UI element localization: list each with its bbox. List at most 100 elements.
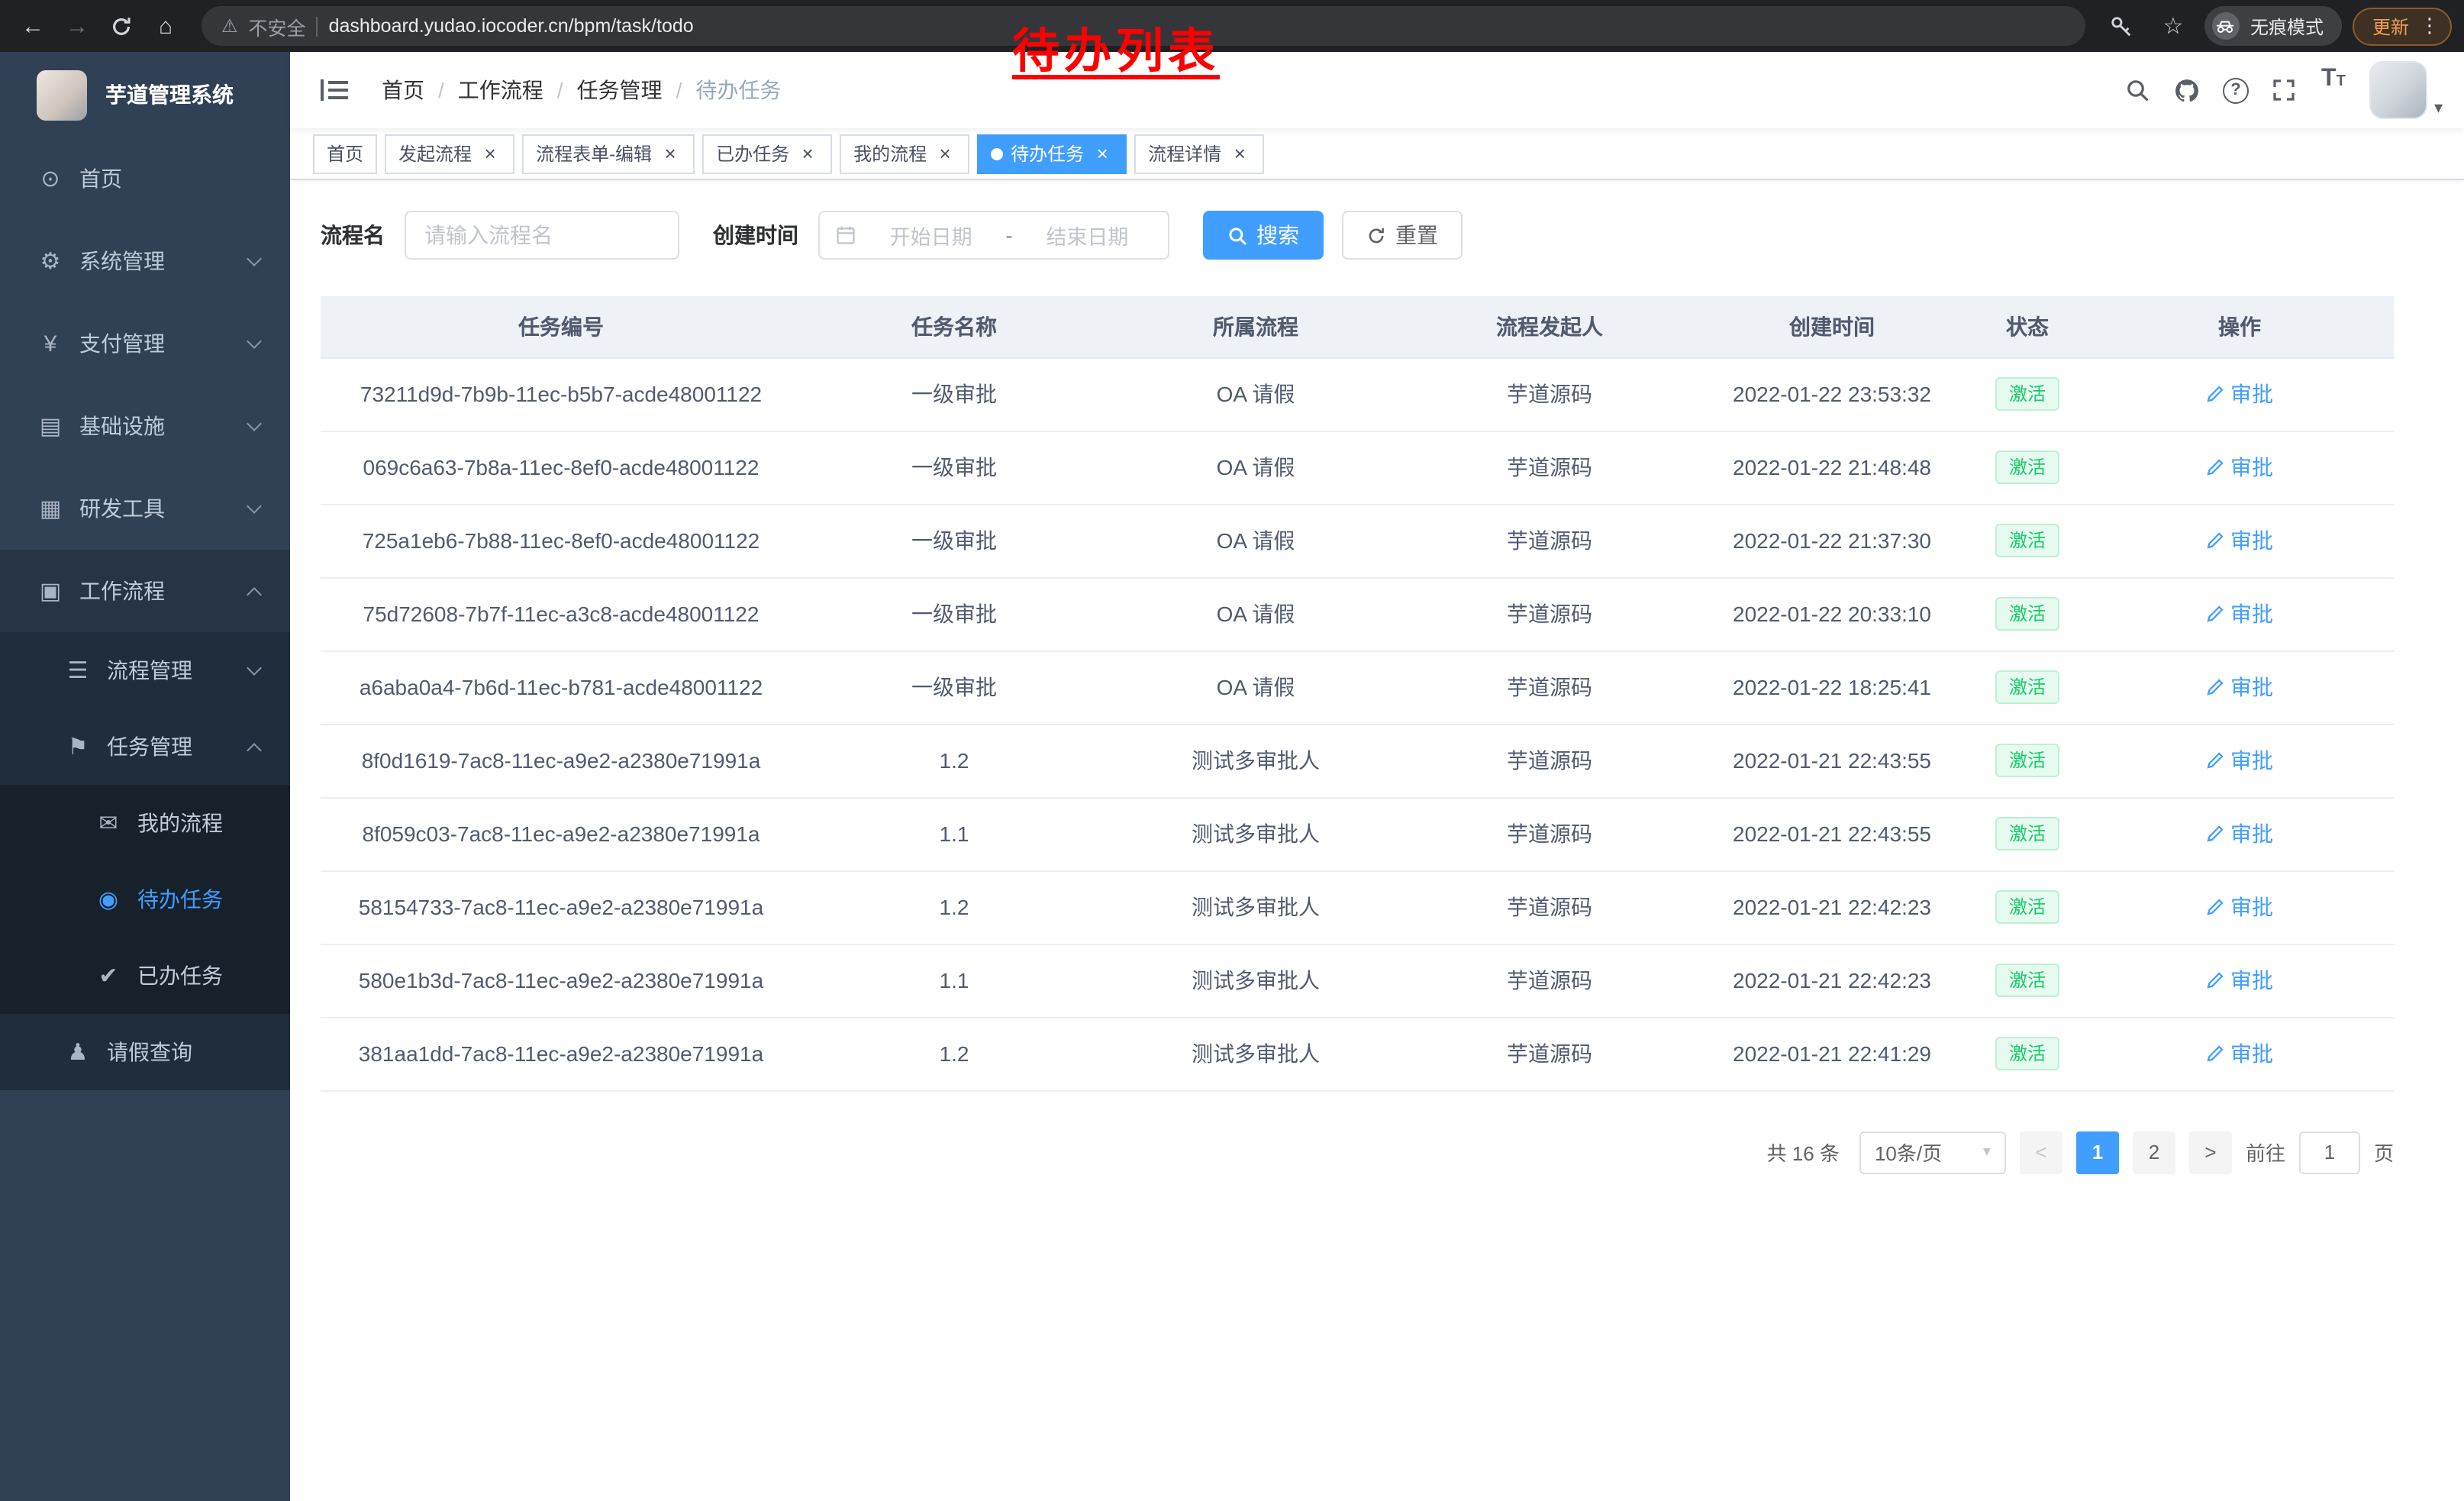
tag-done-tasks[interactable]: 已办任务 ×	[702, 134, 832, 173]
caret-down-icon: ▾	[1983, 1144, 1991, 1160]
reload-icon[interactable]	[101, 6, 142, 46]
table-row: 8f0d1619-7ac8-11ec-a9e2-a2380e71991a 1.2…	[321, 724, 2394, 797]
close-icon[interactable]: ×	[797, 143, 818, 164]
cell-action: 审批	[2085, 504, 2394, 577]
sidebar-item-leave-query[interactable]: ♟ 请假查询	[0, 1014, 290, 1090]
col-task-id: 任务编号	[321, 296, 801, 357]
cell-status: 激活	[1969, 797, 2085, 870]
approve-link[interactable]: 审批	[2206, 672, 2273, 702]
cell-starter: 芋道源码	[1405, 1017, 1695, 1090]
cell-task-name: 一级审批	[801, 650, 1107, 724]
sidebar-item-label: 支付管理	[79, 328, 165, 359]
goto-page-input[interactable]	[2299, 1131, 2360, 1173]
sidebar-item-process-management[interactable]: ☰ 流程管理	[0, 632, 290, 709]
approve-link[interactable]: 审批	[2206, 525, 2273, 556]
sidebar-item-devtools[interactable]: ▦ 研发工具	[0, 467, 290, 550]
status-badge: 激活	[1995, 1037, 2059, 1070]
next-page-button[interactable]: >	[2189, 1131, 2232, 1173]
cell-process: 测试多审批人	[1107, 944, 1405, 1017]
close-icon[interactable]: ×	[660, 143, 681, 164]
sidebar-item-label: 工作流程	[79, 576, 165, 606]
logo-block[interactable]: 芋道管理系统	[0, 52, 290, 137]
table-row: 381aa1dd-7ac8-11ec-a9e2-a2380e71991a 1.2…	[321, 1017, 2394, 1090]
date-range-picker[interactable]: 开始日期 - 结束日期	[818, 211, 1169, 260]
back-icon[interactable]: ←	[12, 6, 53, 46]
sidebar-item-todo-tasks[interactable]: ◉ 待办任务	[0, 861, 290, 938]
approve-link[interactable]: 审批	[2206, 599, 2273, 629]
pencil-icon	[2206, 751, 2224, 770]
sidebar-item-infrastructure[interactable]: ▤ 基础设施	[0, 385, 290, 467]
sidebar-item-workflow[interactable]: ▣ 工作流程	[0, 550, 290, 632]
tag-todo-tasks[interactable]: 待办任务 ×	[977, 134, 1127, 173]
gear-icon: ⚙	[32, 247, 69, 275]
search-icon[interactable]	[2114, 66, 2162, 115]
page-size-select[interactable]: 10条/页 ▾	[1859, 1131, 2006, 1173]
close-icon[interactable]: ×	[1229, 143, 1250, 164]
sidebar-item-system[interactable]: ⚙ 系统管理	[0, 220, 290, 302]
fullscreen-icon[interactable]	[2260, 66, 2309, 115]
sidebar-toggle-icon[interactable]	[311, 52, 357, 128]
breadcrumb-item-task-management[interactable]: 任务管理	[577, 75, 663, 105]
github-icon[interactable]	[2162, 66, 2211, 115]
sidebar-item-home[interactable]: ⊙ 首页	[0, 137, 290, 220]
tag-process-detail[interactable]: 流程详情 ×	[1134, 134, 1264, 173]
process-name-input[interactable]	[405, 211, 679, 260]
tag-start-process[interactable]: 发起流程 ×	[385, 134, 514, 173]
tag-form-edit[interactable]: 流程表单-编辑 ×	[522, 134, 695, 173]
breadcrumb-item-workflow[interactable]: 工作流程	[458, 75, 543, 105]
key-icon[interactable]	[2101, 6, 2142, 46]
reset-button[interactable]: 重置	[1342, 211, 1463, 260]
approve-link[interactable]: 审批	[2206, 892, 2273, 922]
logo-avatar	[37, 69, 87, 120]
col-process: 所属流程	[1107, 296, 1405, 357]
search-button[interactable]: 搜索	[1203, 211, 1324, 260]
bookmark-star-icon[interactable]: ☆	[2153, 6, 2194, 46]
start-date-placeholder[interactable]: 开始日期	[866, 220, 996, 250]
close-icon[interactable]: ×	[934, 143, 956, 164]
cell-process: 测试多审批人	[1107, 724, 1405, 797]
menu-kebab-icon[interactable]: ⋮	[2420, 14, 2440, 38]
cell-action: 审批	[2085, 724, 2394, 797]
prev-page-button[interactable]: <	[2020, 1131, 2062, 1173]
close-icon[interactable]: ×	[479, 143, 501, 164]
check-icon: ✔	[90, 962, 127, 989]
cell-task-name: 1.1	[801, 797, 1107, 870]
sidebar-item-my-process[interactable]: ✉ 我的流程	[0, 785, 290, 861]
pagination: 共 16 条 10条/页 ▾ < 1 2 > 前往 页	[321, 1131, 2394, 1173]
cell-starter: 芋道源码	[1405, 504, 1695, 577]
approve-link[interactable]: 审批	[2206, 379, 2273, 409]
font-size-icon[interactable]: TT	[2309, 66, 2358, 115]
page-button-1[interactable]: 1	[2076, 1131, 2119, 1173]
avatar[interactable]	[2370, 61, 2428, 119]
approve-link[interactable]: 审批	[2206, 452, 2273, 483]
breadcrumb: 首页 / 工作流程 / 任务管理 / 待办任务	[382, 75, 781, 105]
tag-my-process[interactable]: 我的流程 ×	[840, 134, 969, 173]
home-icon[interactable]: ⌂	[145, 6, 186, 46]
tag-home[interactable]: 首页	[313, 134, 377, 173]
end-date-placeholder[interactable]: 结束日期	[1022, 220, 1153, 250]
update-chip[interactable]: 更新 ⋮	[2353, 7, 2452, 45]
close-icon[interactable]: ×	[1092, 143, 1113, 164]
status-badge: 激活	[1995, 524, 2059, 557]
breadcrumb-item-home[interactable]: 首页	[382, 75, 424, 105]
cell-status: 激活	[1969, 650, 2085, 724]
tag-label: 流程表单-编辑	[536, 140, 652, 166]
sidebar-item-payment[interactable]: ¥ 支付管理	[0, 302, 290, 385]
approve-link[interactable]: 审批	[2206, 818, 2273, 849]
page-button-2[interactable]: 2	[2133, 1131, 2175, 1173]
sidebar-item-task-management[interactable]: ⚑ 任务管理	[0, 709, 290, 785]
security-label[interactable]: 不安全	[249, 11, 306, 40]
table-row: 580e1b3d-7ac8-11ec-a9e2-a2380e71991a 1.1…	[321, 944, 2394, 1017]
cell-process: OA 请假	[1107, 577, 1405, 650]
approve-link[interactable]: 审批	[2206, 1038, 2273, 1069]
cell-action: 审批	[2085, 797, 2394, 870]
cell-task-name: 一级审批	[801, 431, 1107, 504]
sidebar-item-done-tasks[interactable]: ✔ 已办任务	[0, 938, 290, 1014]
cell-status: 激活	[1969, 577, 2085, 650]
help-icon[interactable]: ?	[2211, 66, 2260, 115]
approve-link[interactable]: 审批	[2206, 965, 2273, 996]
forward-icon[interactable]: →	[56, 6, 98, 46]
cell-created: 2022-01-22 23:53:32	[1695, 357, 1969, 431]
approve-link[interactable]: 审批	[2206, 745, 2273, 776]
user-menu[interactable]: ▾	[2370, 61, 2443, 119]
